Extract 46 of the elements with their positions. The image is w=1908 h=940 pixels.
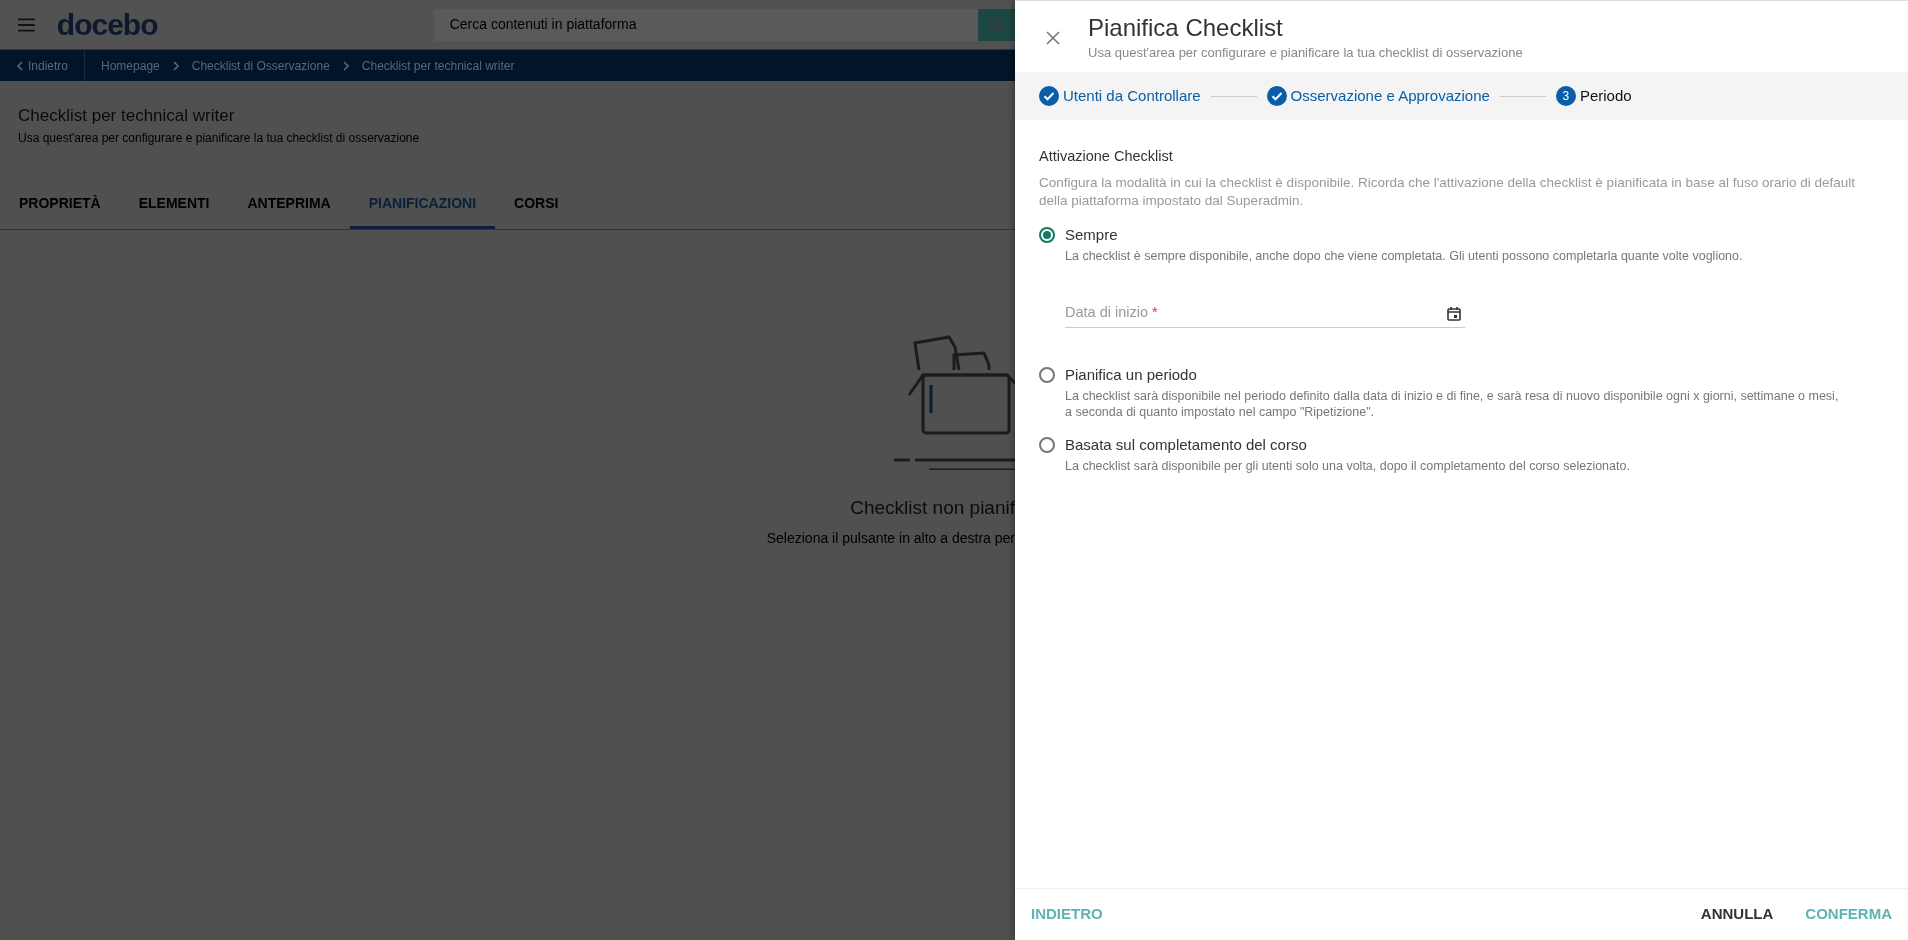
option-description: La checklist sarà disponibile per gli utenti solo una volta, dopo il completamento del corso selezionato.: [1065, 457, 1631, 474]
option-description: La checklist sarà disponibile nel periodo definito dalla data di inizio e di fine, e sarà resa di nuovo disponibile ogni x giorni, settimane o mesi, a seconda di quanto impostato nel campo "Ripetizione".: [1065, 387, 1840, 420]
tab[interactable]: ELEMENTI: [119, 180, 229, 229]
radio-button[interactable]: [1039, 436, 1055, 453]
close-icon[interactable]: [1046, 31, 1060, 45]
breadcrumb-link[interactable]: Checklist per technical writer: [361, 56, 515, 75]
step[interactable]: Utenti da Controllare: [1039, 84, 1201, 108]
tab[interactable]: PROPRIETÀ: [0, 180, 120, 229]
breadcrumb-link[interactable]: Checklist di Osservazione: [191, 56, 330, 75]
chevron-left-icon: [16, 60, 24, 71]
back-link[interactable]: Indietro: [0, 50, 86, 81]
logo[interactable]: docebo: [56, 2, 244, 47]
date-field-label: Data di inizio *: [1065, 303, 1158, 323]
panel-title: Pianifica Checklist: [1088, 13, 1284, 43]
tab[interactable]: CORSI: [495, 180, 578, 229]
breadcrumb-link[interactable]: Homepage: [101, 56, 160, 75]
tab[interactable]: ANTEPRIMA: [228, 180, 350, 229]
page-subtitle: Usa quest'area per configurare e pianificare la tua checklist di osservazione: [18, 129, 421, 147]
panel-subtitle: Usa quest'area per configurare e pianificare la tua checklist di osservazione: [1088, 44, 1523, 62]
cancel-button[interactable]: ANNULLA: [1700, 903, 1774, 926]
search-icon: [988, 16, 1005, 33]
radio-button[interactable]: [1039, 366, 1055, 383]
chevron-right-icon: [341, 60, 350, 71]
empty-state-title: Checklist non pianif: [850, 495, 1015, 520]
option-label[interactable]: Sempre: [1065, 223, 1844, 246]
empty-state-text: Seleziona il pulsante in alto a destra per: [766, 529, 1015, 548]
option-label[interactable]: Pianifica un periodo: [1065, 363, 1844, 386]
step[interactable]: Osservazione e Approvazione: [1266, 84, 1490, 108]
page-title: Checklist per technical writer: [18, 105, 236, 127]
check-icon: [1039, 86, 1059, 106]
section-title: Attivazione Checklist: [1039, 147, 1174, 166]
radio-button[interactable]: [1039, 226, 1055, 243]
calendar-icon[interactable]: [1447, 305, 1461, 321]
check-icon: [1266, 86, 1287, 106]
option-description: La checklist è sempre disponibile, anche dopo che viene completata. Gli utenti possono completarla quante volte vogliono.: [1065, 247, 1744, 264]
step-number: 3: [1555, 86, 1576, 106]
tab[interactable]: PIANIFICAZIONI: [349, 180, 496, 229]
chevron-right-icon: [171, 60, 180, 71]
option-label[interactable]: Basata sul completamento del corso: [1065, 433, 1844, 456]
back-button[interactable]: INDIETRO: [1031, 903, 1103, 926]
section-text: Configura la modalità in cui la checklist è disponibile. Ricorda che l'attivazione della checklist è pianificata in base al fuso orario di default della piattaforma impostato dal Superadmin.: [1039, 173, 1857, 210]
date-field[interactable]: Data di inizio *: [1065, 299, 1465, 328]
confirm-button[interactable]: CONFERMA: [1805, 903, 1892, 926]
search-field[interactable]: Cerca contenuti in piattaforma: [433, 8, 978, 41]
menu-icon[interactable]: [18, 17, 35, 32]
step[interactable]: 3 Periodo: [1555, 84, 1632, 108]
